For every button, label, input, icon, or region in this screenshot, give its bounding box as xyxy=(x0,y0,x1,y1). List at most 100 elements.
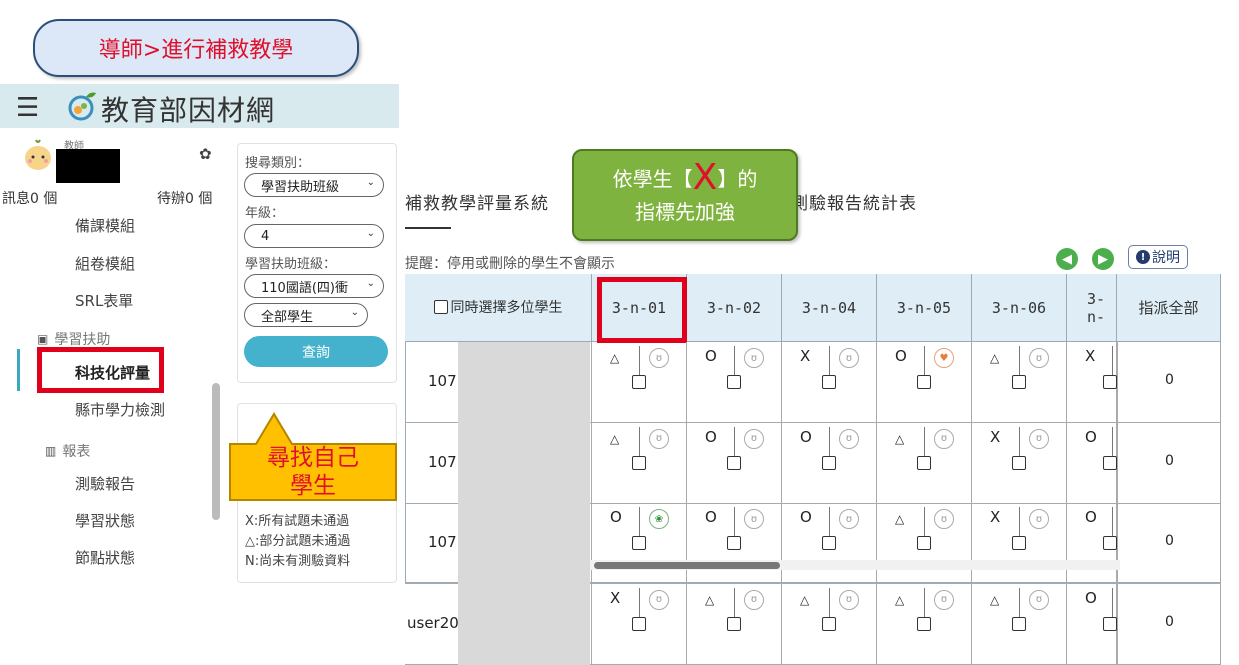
arrow-right-icon[interactable]: ▶ xyxy=(1092,248,1114,270)
select-multiple-checkbox[interactable] xyxy=(433,299,448,314)
student-id: 107 xyxy=(428,372,457,390)
assign-checkbox[interactable] xyxy=(1103,455,1117,470)
strengthen-callout: 依學生【X】的 指標先加強 xyxy=(572,149,798,241)
assign-count: 0 xyxy=(1165,452,1174,469)
assign-checkbox[interactable] xyxy=(822,455,836,470)
sprout-grey-icon[interactable]: ʊ xyxy=(839,589,859,610)
assign-checkbox[interactable] xyxy=(1103,536,1117,550)
sprout-grey-icon[interactable]: ʊ xyxy=(744,348,764,368)
clipboard-icon: ▣ xyxy=(37,332,49,346)
cell-divider xyxy=(829,426,830,459)
sidebar-item-lesson-prep[interactable]: 備課模組 xyxy=(75,215,135,236)
sprout-grey-icon[interactable]: ʊ xyxy=(839,509,859,529)
sprout-grey-icon[interactable]: ʊ xyxy=(649,589,669,610)
sprout-grey-icon[interactable]: ʊ xyxy=(839,428,859,449)
assign-checkbox[interactable] xyxy=(1012,536,1026,550)
query-button[interactable]: 查詢 xyxy=(244,336,388,367)
assign-checkbox[interactable] xyxy=(917,455,931,470)
sprout-grey-icon[interactable]: ʊ xyxy=(1029,348,1049,368)
sprout-grey-icon[interactable]: ʊ xyxy=(934,509,954,529)
sidebar-item-paper-compose[interactable]: 組卷模組 xyxy=(75,253,135,274)
sidebar-item-county-test[interactable]: 縣市學力檢測 xyxy=(75,399,165,420)
sprout-green-icon[interactable]: ❀ xyxy=(649,509,669,529)
sprout-grey-icon[interactable]: ʊ xyxy=(649,348,669,368)
result-mark: X xyxy=(610,588,621,607)
class-select[interactable]: 110國語(四)衝 ⌄ xyxy=(244,274,384,298)
column-header[interactable]: 3-n-02 xyxy=(687,274,782,342)
sprout-grey-icon[interactable]: ʊ xyxy=(839,348,859,368)
sprout-grey-icon[interactable]: ʊ xyxy=(649,428,669,449)
search-type-select[interactable]: 學習扶助班級 ⌄ xyxy=(244,173,384,197)
gear-icon[interactable]: ✿ xyxy=(199,145,212,163)
sidebar-item-test-report[interactable]: 測驗報告 xyxy=(75,473,135,494)
assign-checkbox[interactable] xyxy=(632,455,646,470)
arrow-left-icon[interactable]: ◀ xyxy=(1056,248,1078,270)
sprout-grey-icon[interactable]: ʊ xyxy=(744,509,764,529)
cell-divider xyxy=(924,507,925,539)
column-header[interactable]: 3-n- xyxy=(1067,274,1117,342)
result-mark: O xyxy=(800,427,812,446)
result-mark: O xyxy=(800,508,812,526)
messages-count[interactable]: 訊息0 個 xyxy=(2,188,57,208)
select-multiple-header[interactable]: 同時選擇多位學生 xyxy=(405,274,592,342)
assign-checkbox[interactable] xyxy=(1103,616,1117,631)
sidebar-item-tech-assessment[interactable]: 科技化評量 xyxy=(75,362,150,383)
grade-label: 年級： xyxy=(245,206,285,221)
assign-checkbox[interactable] xyxy=(822,536,836,550)
assign-checkbox[interactable] xyxy=(822,375,836,389)
assign-checkbox[interactable] xyxy=(1103,375,1117,389)
assign-checkbox[interactable] xyxy=(917,536,931,550)
assign-checkbox[interactable] xyxy=(727,455,741,470)
help-button[interactable]: ! 說明 xyxy=(1128,245,1188,269)
column-header[interactable]: 3-n-05 xyxy=(877,274,972,342)
cell-divider xyxy=(924,426,925,459)
hamburger-icon[interactable]: ☰ xyxy=(16,93,39,123)
sprout-grey-icon[interactable]: ʊ xyxy=(934,589,954,610)
sprout-grey-icon[interactable]: ʊ xyxy=(1029,589,1049,610)
sidebar-scrollbar[interactable] xyxy=(212,383,220,520)
column-header[interactable]: 3-n-06 xyxy=(972,274,1067,342)
assign-checkbox[interactable] xyxy=(727,375,741,389)
assign-all-header[interactable]: 指派全部 xyxy=(1117,274,1221,342)
grade-select[interactable]: 4 ⌄ xyxy=(244,224,384,248)
class-label: 學習扶助班級： xyxy=(245,257,337,272)
student-name-redacted xyxy=(458,503,590,584)
assign-checkbox[interactable] xyxy=(727,536,741,550)
sprout-grey-icon[interactable]: ʊ xyxy=(1029,509,1049,529)
sidebar-group-label: 學習扶助 xyxy=(54,332,111,348)
assign-checkbox[interactable] xyxy=(917,616,931,631)
selected-indicator xyxy=(17,349,20,391)
student-select[interactable]: 全部學生 ⌄ xyxy=(244,303,368,327)
cell-divider xyxy=(639,587,640,620)
assign-checkbox[interactable] xyxy=(1012,616,1026,631)
sidebar-item-srl-form[interactable]: SRL表單 xyxy=(75,290,133,311)
assign-checkbox[interactable] xyxy=(917,375,931,389)
todo-count[interactable]: 待辦0 個 xyxy=(157,188,212,208)
assign-checkbox[interactable] xyxy=(1012,375,1026,389)
sprout-grey-icon[interactable]: ʊ xyxy=(744,589,764,610)
cell-divider xyxy=(1112,426,1113,459)
sprout-grey-icon[interactable]: ʊ xyxy=(744,428,764,449)
cell-divider xyxy=(1112,507,1113,539)
result-mark: O xyxy=(705,508,717,526)
sprout-orange-icon[interactable]: ♥ xyxy=(934,348,954,368)
cell-divider xyxy=(829,346,830,378)
assign-checkbox[interactable] xyxy=(632,536,646,550)
cell-divider xyxy=(639,346,640,378)
assign-count: 0 xyxy=(1165,533,1174,549)
assign-checkbox[interactable] xyxy=(632,375,646,389)
assign-checkbox[interactable] xyxy=(822,616,836,631)
assign-checkbox[interactable] xyxy=(727,616,741,631)
sprout-grey-icon[interactable]: ʊ xyxy=(934,428,954,449)
sidebar-group-reports[interactable]: ▥ 報表 xyxy=(45,440,90,462)
sprout-grey-icon[interactable]: ʊ xyxy=(1029,428,1049,449)
sidebar-item-node-status[interactable]: 節點狀態 xyxy=(75,547,135,568)
instruction-callout: 導師>進行補救教學 xyxy=(33,19,359,77)
chevron-down-icon: ⌄ xyxy=(350,307,359,318)
column-header[interactable]: 3-n-04 xyxy=(782,274,877,342)
table-scroll-thumb[interactable] xyxy=(594,562,780,569)
assign-checkbox[interactable] xyxy=(1012,455,1026,470)
assign-checkbox[interactable] xyxy=(632,616,646,631)
select-value: 4 xyxy=(261,228,270,244)
sidebar-item-learning-status[interactable]: 學習狀態 xyxy=(75,510,135,531)
